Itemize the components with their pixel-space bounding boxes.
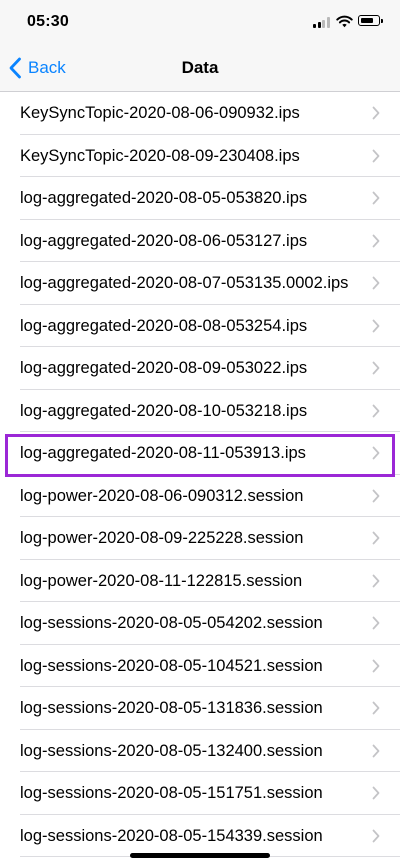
list-item-label: log-aggregated-2020-08-06-053127.ips bbox=[20, 231, 308, 250]
chevron-right-icon bbox=[372, 786, 380, 800]
list-item[interactable]: log-sessions-2020-08-05-154339.session bbox=[20, 815, 400, 857]
list-item[interactable]: log-power-2020-08-11-122815.session bbox=[20, 560, 400, 602]
chevron-right-icon bbox=[372, 574, 380, 587]
list-item[interactable]: log-sessions-2020-08-05-104521.session bbox=[20, 645, 400, 687]
status-bar: 05:30 bbox=[0, 0, 400, 44]
list-item[interactable]: KeySyncTopic-2020-08-09-230408.ips bbox=[20, 135, 400, 177]
chevron-right-icon bbox=[372, 701, 380, 715]
list-item-label: log-sessions-2020-08-05-132400.session bbox=[20, 741, 323, 760]
chevron-right-icon bbox=[372, 319, 380, 332]
chevron-right-icon bbox=[372, 276, 380, 290]
list-item[interactable]: KeySyncTopic-2020-08-06-090932.ips bbox=[20, 92, 400, 135]
status-time: 05:30 bbox=[27, 13, 69, 30]
list-item-label: log-power-2020-08-06-090312.session bbox=[20, 486, 304, 505]
list-item-label: log-aggregated-2020-08-09-053022.ips bbox=[20, 359, 308, 377]
list-item-label: log-sessions-2020-08-05-131836.session bbox=[20, 699, 323, 717]
list-item[interactable]: log-aggregated-2020-08-05-053820.ips bbox=[20, 177, 400, 220]
list-item[interactable]: log-sessions-2020-08-05-151751.session bbox=[20, 772, 400, 815]
list-item[interactable]: log-sessions-2020-08-05-131836.session bbox=[20, 687, 400, 730]
list-item[interactable]: log-aggregated-2020-08-07-053135.0002.ip… bbox=[20, 262, 400, 305]
list-item[interactable]: log-sessions-2020-08-05-132400.session bbox=[20, 730, 400, 772]
chevron-right-icon bbox=[372, 234, 380, 247]
page-title: Data bbox=[181, 58, 219, 77]
chevron-right-icon bbox=[372, 744, 380, 757]
battery-icon bbox=[358, 15, 383, 26]
list-item[interactable]: log-aggregated-2020-08-06-053127.ips bbox=[20, 220, 400, 262]
list-item-label: log-sessions-2020-08-05-154339.session bbox=[20, 826, 323, 845]
chevron-right-icon bbox=[372, 191, 380, 205]
wifi-icon bbox=[336, 15, 353, 28]
list-item-label: log-sessions-2020-08-05-054202.session bbox=[20, 614, 323, 632]
list-item-label: log-sessions-2020-08-05-151751.session bbox=[20, 784, 323, 802]
chevron-right-icon bbox=[372, 531, 380, 545]
list-item-label: log-aggregated-2020-08-08-053254.ips bbox=[20, 316, 308, 335]
list-item[interactable]: log-power-2020-08-09-225228.session bbox=[20, 517, 400, 560]
list-item[interactable]: log-sessions-2020-08-05-054202.session bbox=[20, 602, 400, 645]
list-item[interactable]: log-aggregated-2020-08-10-053218.ips bbox=[20, 390, 400, 432]
chevron-right-icon bbox=[372, 106, 380, 120]
chevron-right-icon bbox=[372, 829, 380, 842]
list-item-label: log-sessions-2020-08-05-104521.session bbox=[20, 656, 323, 675]
list-item-label: log-aggregated-2020-08-07-053135.0002.ip… bbox=[20, 274, 349, 292]
list-item-label: KeySyncTopic-2020-08-09-230408.ips bbox=[20, 146, 300, 165]
chevron-right-icon bbox=[372, 404, 380, 417]
cellular-signal-icon bbox=[313, 17, 330, 28]
chevron-right-icon bbox=[372, 361, 380, 375]
list-item[interactable]: log-power-2020-08-06-090312.session bbox=[20, 475, 400, 517]
list-item-label: log-power-2020-08-09-225228.session bbox=[20, 529, 304, 547]
chevron-right-icon bbox=[372, 489, 380, 502]
navigation-bar: Back Data bbox=[0, 44, 400, 92]
list-item[interactable]: log-aggregated-2020-08-08-053254.ips bbox=[20, 305, 400, 347]
list-item-label: KeySyncTopic-2020-08-06-090932.ips bbox=[20, 104, 300, 122]
list-item[interactable]: log-aggregated-2020-08-09-053022.ips bbox=[20, 347, 400, 390]
chevron-right-icon bbox=[372, 659, 380, 672]
chevron-right-icon bbox=[372, 149, 380, 162]
chevron-right-icon bbox=[372, 616, 380, 630]
list-item-label: log-aggregated-2020-08-10-053218.ips bbox=[20, 401, 308, 420]
home-indicator[interactable] bbox=[130, 853, 270, 858]
list-item-label: log-aggregated-2020-08-05-053820.ips bbox=[20, 189, 308, 207]
highlight-box bbox=[5, 434, 395, 477]
list-item-label: log-power-2020-08-11-122815.session bbox=[20, 571, 303, 590]
